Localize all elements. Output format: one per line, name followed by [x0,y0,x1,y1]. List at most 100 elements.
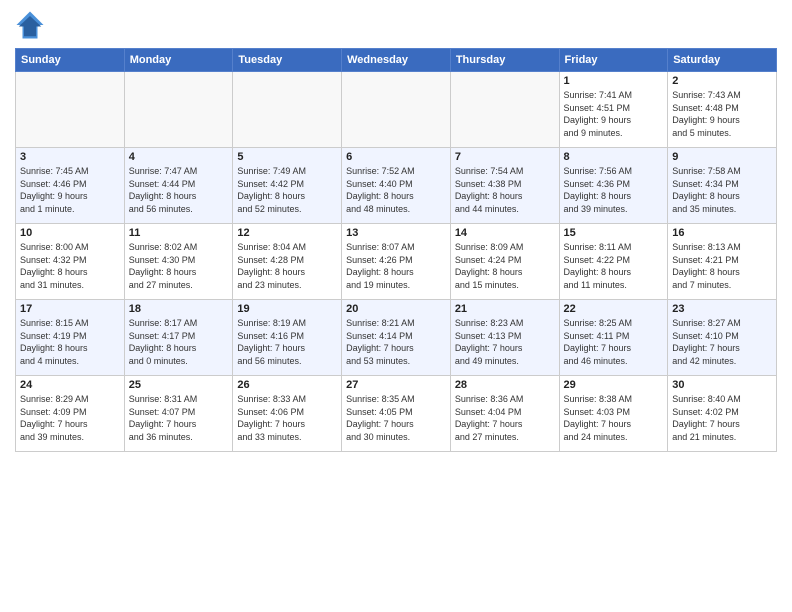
calendar-cell: 13 Sunrise: 8:07 AM Sunset: 4:26 PM Dayli… [342,224,451,300]
day-number: 21 [455,303,555,315]
day-number: 5 [237,151,337,163]
calendar-cell: 3Sunrise: 7:45 AM Sunset: 4:46 PM Daylig… [16,148,125,224]
day-info: Sunrise: 7:47 AM Sunset: 4:44 PM Dayligh… [129,165,229,215]
day-info: Sunrise: 8:19 AM Sunset: 4:16 PM Dayligh… [237,317,337,367]
weekday-header-sunday: Sunday [16,49,125,72]
day-number: 13 [346,227,446,239]
day-info: Sunrise: 8:40 AM Sunset: 4:02 PM Dayligh… [672,393,772,443]
day-info: Sunrise: 7:54 AM Sunset: 4:38 PM Dayligh… [455,165,555,215]
day-number: 19 [237,303,337,315]
day-number: 29 [564,379,664,391]
calendar-cell [450,72,559,148]
day-number: 23 [672,303,772,315]
day-info: Sunrise: 8:29 AM Sunset: 4:09 PM Dayligh… [20,393,120,443]
day-number: 11 [129,227,229,239]
day-info: Sunrise: 7:41 AM Sunset: 4:51 PM Dayligh… [564,89,664,139]
calendar-cell: 30 Sunrise: 8:40 AM Sunset: 4:02 PM Dayli… [668,376,777,452]
day-number: 22 [564,303,664,315]
calendar-cell: 19 Sunrise: 8:19 AM Sunset: 4:16 PM Dayli… [233,300,342,376]
weekday-header-tuesday: Tuesday [233,49,342,72]
day-info: Sunrise: 7:45 AM Sunset: 4:46 PM Dayligh… [20,165,120,215]
calendar-cell: 10Sunrise: 8:00 AM Sunset: 4:32 PM Dayli… [16,224,125,300]
calendar-cell: 16Sunrise: 8:13 AM Sunset: 4:21 PM Dayli… [668,224,777,300]
day-number: 15 [564,227,664,239]
day-info: Sunrise: 7:43 AM Sunset: 4:48 PM Dayligh… [672,89,772,139]
day-info: Sunrise: 8:15 AM Sunset: 4:19 PM Dayligh… [20,317,120,367]
day-info: Sunrise: 7:58 AM Sunset: 4:34 PM Dayligh… [672,165,772,215]
weekday-header-wednesday: Wednesday [342,49,451,72]
day-info: Sunrise: 8:21 AM Sunset: 4:14 PM Dayligh… [346,317,446,367]
calendar-cell: 29 Sunrise: 8:38 AM Sunset: 4:03 PM Dayli… [559,376,668,452]
day-number: 27 [346,379,446,391]
weekday-header-monday: Monday [124,49,233,72]
day-number: 28 [455,379,555,391]
day-info: Sunrise: 8:27 AM Sunset: 4:10 PM Dayligh… [672,317,772,367]
day-number: 24 [20,379,120,391]
day-info: Sunrise: 7:49 AM Sunset: 4:42 PM Dayligh… [237,165,337,215]
day-info: Sunrise: 8:36 AM Sunset: 4:04 PM Dayligh… [455,393,555,443]
day-info: Sunrise: 8:25 AM Sunset: 4:11 PM Dayligh… [564,317,664,367]
header [15,10,777,40]
page: SundayMondayTuesdayWednesdayThursdayFrid… [0,0,792,612]
day-number: 12 [237,227,337,239]
day-number: 9 [672,151,772,163]
day-info: Sunrise: 8:09 AM Sunset: 4:24 PM Dayligh… [455,241,555,291]
day-number: 17 [20,303,120,315]
calendar-cell: 18 Sunrise: 8:17 AM Sunset: 4:17 PM Dayli… [124,300,233,376]
calendar-header: SundayMondayTuesdayWednesdayThursdayFrid… [16,49,777,72]
day-info: Sunrise: 7:56 AM Sunset: 4:36 PM Dayligh… [564,165,664,215]
weekday-header-row: SundayMondayTuesdayWednesdayThursdayFrid… [16,49,777,72]
calendar-week-row: 17 Sunrise: 8:15 AM Sunset: 4:19 PM Dayli… [16,300,777,376]
day-number: 1 [564,75,664,87]
calendar-cell: 23 Sunrise: 8:27 AM Sunset: 4:10 PM Dayli… [668,300,777,376]
day-info: Sunrise: 8:33 AM Sunset: 4:06 PM Dayligh… [237,393,337,443]
day-info: Sunrise: 8:35 AM Sunset: 4:05 PM Dayligh… [346,393,446,443]
day-number: 18 [129,303,229,315]
calendar-cell: 1 Sunrise: 7:41 AM Sunset: 4:51 PM Daylig… [559,72,668,148]
day-number: 26 [237,379,337,391]
day-info: Sunrise: 8:23 AM Sunset: 4:13 PM Dayligh… [455,317,555,367]
calendar-cell: 26 Sunrise: 8:33 AM Sunset: 4:06 PM Dayli… [233,376,342,452]
day-number: 25 [129,379,229,391]
day-number: 16 [672,227,772,239]
calendar-cell: 24 Sunrise: 8:29 AM Sunset: 4:09 PM Dayli… [16,376,125,452]
calendar-week-row: 24 Sunrise: 8:29 AM Sunset: 4:09 PM Dayli… [16,376,777,452]
calendar-cell: 20Sunrise: 8:21 AM Sunset: 4:14 PM Dayli… [342,300,451,376]
day-info: Sunrise: 8:17 AM Sunset: 4:17 PM Dayligh… [129,317,229,367]
calendar-cell [233,72,342,148]
calendar-cell [16,72,125,148]
day-number: 14 [455,227,555,239]
calendar-cell: 27 Sunrise: 8:35 AM Sunset: 4:05 PM Dayli… [342,376,451,452]
calendar-cell: 12Sunrise: 8:04 AM Sunset: 4:28 PM Dayli… [233,224,342,300]
day-info: Sunrise: 8:07 AM Sunset: 4:26 PM Dayligh… [346,241,446,291]
calendar-week-row: 1 Sunrise: 7:41 AM Sunset: 4:51 PM Daylig… [16,72,777,148]
day-info: Sunrise: 8:02 AM Sunset: 4:30 PM Dayligh… [129,241,229,291]
calendar-cell: 4Sunrise: 7:47 AM Sunset: 4:44 PM Daylig… [124,148,233,224]
calendar-cell: 2Sunrise: 7:43 AM Sunset: 4:48 PM Daylig… [668,72,777,148]
day-number: 10 [20,227,120,239]
logo [15,10,49,40]
day-number: 8 [564,151,664,163]
day-info: Sunrise: 7:52 AM Sunset: 4:40 PM Dayligh… [346,165,446,215]
calendar-cell: 8 Sunrise: 7:56 AM Sunset: 4:36 PM Daylig… [559,148,668,224]
day-number: 7 [455,151,555,163]
calendar-cell [342,72,451,148]
weekday-header-saturday: Saturday [668,49,777,72]
day-number: 30 [672,379,772,391]
calendar-cell: 25 Sunrise: 8:31 AM Sunset: 4:07 PM Dayli… [124,376,233,452]
weekday-header-thursday: Thursday [450,49,559,72]
logo-icon [15,10,45,40]
calendar-cell: 14 Sunrise: 8:09 AM Sunset: 4:24 PM Dayli… [450,224,559,300]
calendar-week-row: 3Sunrise: 7:45 AM Sunset: 4:46 PM Daylig… [16,148,777,224]
calendar-table: SundayMondayTuesdayWednesdayThursdayFrid… [15,48,777,452]
calendar-cell: 28 Sunrise: 8:36 AM Sunset: 4:04 PM Dayli… [450,376,559,452]
calendar-cell: 11 Sunrise: 8:02 AM Sunset: 4:30 PM Dayli… [124,224,233,300]
calendar-cell: 22 Sunrise: 8:25 AM Sunset: 4:11 PM Dayli… [559,300,668,376]
calendar-week-row: 10Sunrise: 8:00 AM Sunset: 4:32 PM Dayli… [16,224,777,300]
calendar-cell [124,72,233,148]
day-info: Sunrise: 8:31 AM Sunset: 4:07 PM Dayligh… [129,393,229,443]
calendar-cell: 7 Sunrise: 7:54 AM Sunset: 4:38 PM Daylig… [450,148,559,224]
day-number: 6 [346,151,446,163]
calendar-body: 1 Sunrise: 7:41 AM Sunset: 4:51 PM Daylig… [16,72,777,452]
day-info: Sunrise: 8:38 AM Sunset: 4:03 PM Dayligh… [564,393,664,443]
